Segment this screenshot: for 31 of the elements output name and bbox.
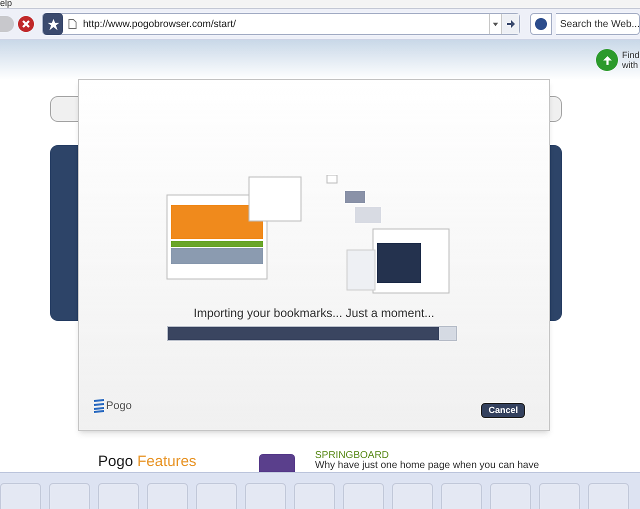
tray-slot[interactable]	[245, 483, 286, 509]
page-icon	[68, 18, 77, 30]
tray-slot[interactable]	[539, 483, 580, 509]
logo-text: Pogo	[106, 399, 132, 414]
features-title: Pogo Features	[98, 453, 196, 470]
feature-text: Why have just one home page when you can have	[315, 461, 540, 471]
tray-slot[interactable]	[98, 483, 139, 509]
header-text: with	[622, 60, 640, 70]
search-field[interactable]: Search the Web...	[556, 13, 640, 35]
search-engine-button[interactable]	[530, 13, 552, 35]
go-button[interactable]	[501, 14, 519, 34]
tray-slot[interactable]	[490, 483, 531, 509]
tray-slot[interactable]	[588, 483, 629, 509]
cancel-button[interactable]: Cancel	[481, 403, 525, 418]
tray-slot[interactable]	[343, 483, 384, 509]
upload-icon[interactable]	[596, 49, 618, 71]
tray-slot[interactable]	[196, 483, 237, 509]
tray-slot[interactable]	[0, 483, 41, 509]
status-text: Importing your bookmarks... Just a moment...	[194, 305, 434, 322]
arrow-icon	[506, 19, 516, 29]
close-icon[interactable]	[18, 16, 34, 32]
tray-slot[interactable]	[392, 483, 433, 509]
logo-icon	[93, 399, 105, 414]
caret-icon	[492, 20, 499, 28]
globe-icon	[535, 18, 547, 30]
feature-title[interactable]: SPRINGBOARD	[315, 451, 540, 461]
tray-slot[interactable]	[441, 483, 482, 509]
tray-slot[interactable]	[147, 483, 188, 509]
header-text: Find	[622, 50, 640, 60]
tray-slot[interactable]	[49, 483, 90, 509]
tray-slot[interactable]	[294, 483, 335, 509]
